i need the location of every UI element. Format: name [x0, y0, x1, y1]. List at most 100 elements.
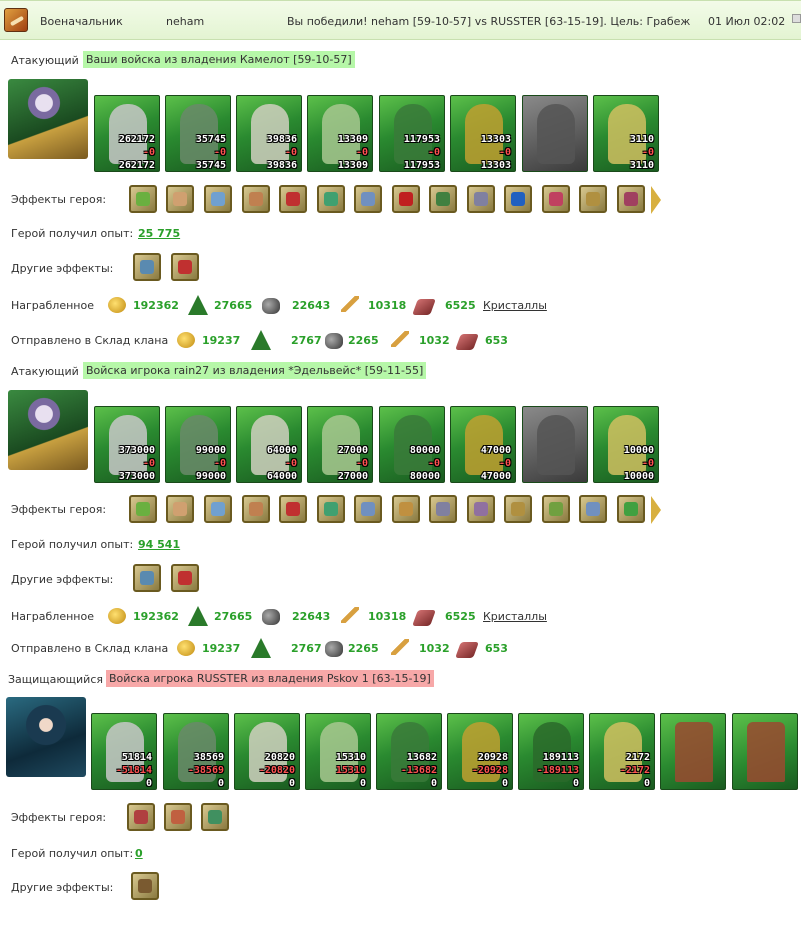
sword-effect-icon[interactable]	[133, 253, 161, 281]
unit-loss: -51814	[115, 765, 152, 776]
unit-count: 10000	[623, 445, 654, 456]
unit-remaining: 0	[501, 778, 508, 789]
dice-effect-icon[interactable]	[279, 185, 307, 213]
unit-loss: -2172	[619, 765, 650, 776]
coins-effect-icon[interactable]	[392, 495, 420, 523]
unit-card-3-2[interactable]: 38569 -38569 0	[163, 713, 229, 790]
unit-card-2-3[interactable]: 64000 -0 64000	[236, 406, 302, 483]
unit-card-3-10[interactable]	[732, 713, 798, 790]
shield-hand-effect-icon[interactable]	[354, 185, 382, 213]
unit-count: 51814	[121, 752, 152, 763]
fort-effect-icon[interactable]	[242, 495, 270, 523]
hero-portrait-1[interactable]	[8, 79, 88, 159]
dagger-effect-icon[interactable]	[579, 185, 607, 213]
gold-icon	[108, 297, 126, 313]
unit-card-3-9[interactable]	[660, 713, 726, 790]
close-icon[interactable]	[792, 14, 801, 23]
shield-hand-effect-icon[interactable]	[579, 495, 607, 523]
handshake-effect-icon[interactable]	[166, 495, 194, 523]
shield-hand-effect-icon[interactable]	[354, 495, 382, 523]
fort-effect-icon[interactable]	[242, 185, 270, 213]
exp-value[interactable]: 25 775	[138, 227, 180, 240]
crest-effect-icon[interactable]	[617, 185, 645, 213]
unit-card-3-1[interactable]: 51814 -51814 0	[91, 713, 157, 790]
unit-card-1-2[interactable]: 35745 -0 35745	[165, 95, 231, 172]
crystals-link[interactable]: Кристаллы	[483, 610, 547, 623]
potion-effect-icon[interactable]	[617, 495, 645, 523]
loot-wood: 27665	[214, 299, 253, 312]
unit-card-1-5[interactable]: 117953 -0 117953	[379, 95, 445, 172]
unit-card-1-4[interactable]: 13309 -0 13309	[307, 95, 373, 172]
unit-card-2-8[interactable]: 10000 -0 10000	[593, 406, 659, 483]
exp-value[interactable]: 94 541	[138, 538, 180, 551]
xp-bonus-effect-icon[interactable]	[429, 185, 457, 213]
unit-loss: -0	[142, 458, 155, 469]
header-player[interactable]: neham	[166, 15, 204, 28]
dice-effect-icon[interactable]	[279, 495, 307, 523]
unit-card-1-1[interactable]: 262172 -0 262172	[94, 95, 160, 172]
skeleton-effect-icon[interactable]	[131, 872, 159, 900]
unit-card-3-6[interactable]: 20928 -20928 0	[447, 713, 513, 790]
hand-effect-icon[interactable]	[204, 495, 232, 523]
crystals-link[interactable]: Кристаллы	[483, 299, 547, 312]
scroll-right-icon[interactable]	[651, 186, 661, 214]
hero-effects-label: Эффекты героя:	[11, 503, 107, 516]
unit-remaining: 373000	[118, 471, 155, 482]
amulet-effect-icon[interactable]	[429, 495, 457, 523]
monk-icon	[537, 104, 575, 164]
hero-portrait-2[interactable]	[8, 390, 88, 470]
unit-remaining: 0	[359, 778, 366, 789]
strength-effect-icon[interactable]	[171, 564, 199, 592]
shield-effect-icon[interactable]	[201, 803, 229, 831]
unit-card-2-7[interactable]	[522, 406, 588, 483]
ring-effect-icon[interactable]	[467, 495, 495, 523]
unit-card-1-3[interactable]: 39836 -0 39836	[236, 95, 302, 172]
unit-loss: -0	[142, 147, 155, 158]
shield-effect-icon[interactable]	[317, 185, 345, 213]
xp-effect-icon[interactable]	[392, 185, 420, 213]
unit-card-2-4[interactable]: 27000 -0 27000	[307, 406, 373, 483]
unit-remaining: 64000	[266, 471, 297, 482]
loot-gold: 192362	[133, 299, 179, 312]
hero-portrait-3[interactable]	[6, 697, 86, 777]
sent-grain: 1032	[419, 334, 450, 347]
unit-card-2-6[interactable]: 47000 -0 47000	[450, 406, 516, 483]
unit-loss: -0	[213, 458, 226, 469]
sword-effect-icon[interactable]	[129, 495, 157, 523]
unit-card-3-5[interactable]: 13682 -13682 0	[376, 713, 442, 790]
shield-effect-icon[interactable]	[317, 495, 345, 523]
helmet-effect-icon[interactable]	[127, 803, 155, 831]
armor-effect-icon[interactable]	[504, 185, 532, 213]
unit-card-1-7[interactable]	[522, 95, 588, 172]
unit-count: 99000	[195, 445, 226, 456]
unit-remaining: 13309	[337, 160, 368, 171]
sword-effect-icon[interactable]	[133, 564, 161, 592]
staff-effect-icon[interactable]	[542, 495, 570, 523]
unit-card-1-8[interactable]: 3110 -0 3110	[593, 95, 659, 172]
handshake-effect-icon[interactable]	[166, 185, 194, 213]
sword-effect-icon[interactable]	[129, 185, 157, 213]
scroll-right-icon[interactable]	[651, 496, 661, 524]
unit-card-1-6[interactable]: 13303 -0 13303	[450, 95, 516, 172]
ring-effect-icon[interactable]	[542, 185, 570, 213]
unit-card-2-1[interactable]: 373000 -0 373000	[94, 406, 160, 483]
unit-loss: -13682	[400, 765, 437, 776]
unit-count: 47000	[480, 445, 511, 456]
strength-effect-icon[interactable]	[171, 253, 199, 281]
dagger-effect-icon[interactable]	[504, 495, 532, 523]
unit-card-3-4[interactable]: 15310 15310 0	[305, 713, 371, 790]
unit-remaining: 35745	[195, 160, 226, 171]
exp-value[interactable]: 0	[135, 847, 143, 860]
hand-effect-icon[interactable]	[204, 185, 232, 213]
crystal-icon	[412, 610, 436, 626]
unit-card-3-3[interactable]: 20820 -20820 0	[234, 713, 300, 790]
looted-label: Награбленное	[11, 610, 94, 623]
unit-card-3-8[interactable]: 2172 -2172 0	[589, 713, 655, 790]
unit-card-3-7[interactable]: 189113 -189113 0	[518, 713, 584, 790]
unit-card-2-5[interactable]: 80000 -0 80000	[379, 406, 445, 483]
unit-card-2-2[interactable]: 99000 -0 99000	[165, 406, 231, 483]
amulet-effect-icon[interactable]	[467, 185, 495, 213]
unit-loss: -0	[427, 147, 440, 158]
armor-effect-icon[interactable]	[164, 803, 192, 831]
unit-count: 3110	[629, 134, 654, 145]
